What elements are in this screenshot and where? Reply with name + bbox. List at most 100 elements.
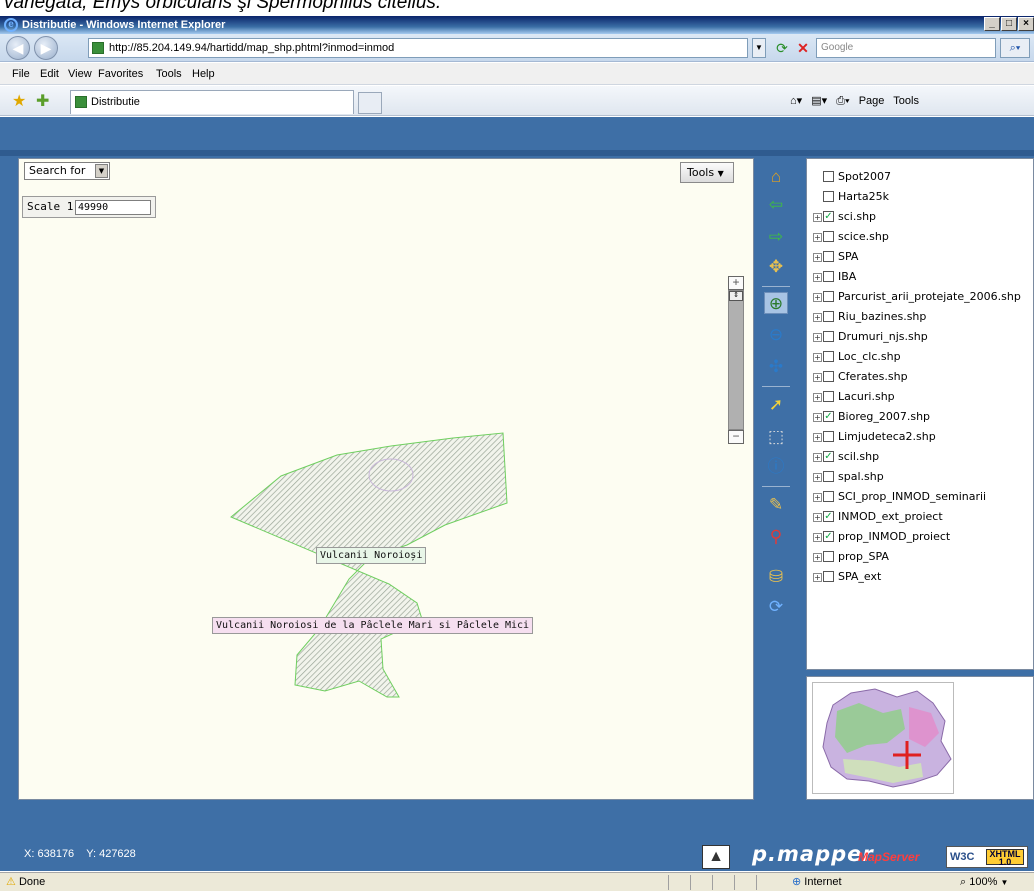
expand-icon[interactable]: + [813,233,822,242]
expand-icon[interactable]: + [813,493,822,502]
expand-icon[interactable]: + [813,533,822,542]
menu-edit[interactable]: Edit [40,63,59,85]
zoom-extent-icon[interactable]: ✥ [764,256,788,278]
expand-icon[interactable]: + [813,313,822,322]
add-favorites-icon[interactable]: ✚ [36,91,49,111]
expand-icon[interactable]: + [813,253,822,262]
menu-file[interactable]: File [12,63,30,85]
expand-icon[interactable]: + [813,573,822,582]
identify-pointer-icon[interactable]: ➚ [764,394,788,416]
layer-checkbox[interactable] [823,351,834,362]
expand-icon[interactable]: + [813,413,822,422]
layer-item[interactable]: + SCI_prop_INMOD_seminarii [807,487,1034,507]
layer-checkbox[interactable]: ✓ [823,211,834,222]
mapserver-badge[interactable]: MapServer [858,846,944,868]
pan-icon[interactable]: ✣ [764,356,788,378]
new-tab-button[interactable] [358,92,382,114]
layer-checkbox[interactable] [823,391,834,402]
reference-map[interactable] [812,682,954,794]
layer-checkbox[interactable]: ✓ [823,531,834,542]
layer-checkbox[interactable] [823,491,834,502]
expand-icon[interactable]: + [813,393,822,402]
home-icon[interactable]: ⌂ [764,166,788,188]
menu-help[interactable]: Help [192,63,215,85]
layer-item[interactable]: + ✓ INMOD_ext_proiect [807,507,1034,527]
measure-icon[interactable]: ✎ [764,494,788,516]
address-bar[interactable]: http://85.204.149.94/hartidd/map_shp.pht… [88,38,748,58]
layer-checkbox[interactable] [823,171,834,182]
scale-input[interactable]: 49990 [75,200,151,215]
layer-item[interactable]: Spot2007 [807,167,1034,187]
zoom-level[interactable]: ⌕ 100% ▼ [960,873,1008,891]
layer-checkbox[interactable] [823,431,834,442]
layer-item[interactable]: + Loc_clc.shp [807,347,1034,367]
map-tools-button[interactable]: Tools ▼ [680,162,734,183]
layer-checkbox[interactable]: ✓ [823,511,834,522]
point-pin-icon[interactable]: ⚲ [764,526,788,548]
home-icon[interactable]: ⌂▾ [790,95,802,107]
expand-icon[interactable]: + [813,273,822,282]
close-button[interactable]: × [1018,17,1034,31]
layer-item[interactable]: + ✓ Bioreg_2007.shp [807,407,1034,427]
menu-favorites[interactable]: Favorites [98,63,143,85]
layer-item[interactable]: + Limjudeteca2.shp [807,427,1034,447]
forward-button[interactable]: ▶ [34,36,58,60]
layer-checkbox[interactable] [823,371,834,382]
layer-checkbox[interactable] [823,271,834,282]
layer-item[interactable]: + Lacuri.shp [807,387,1034,407]
print-icon[interactable]: ⎙▾ [836,95,849,107]
expand-icon[interactable]: + [813,333,822,342]
expand-icon[interactable]: + [813,553,822,562]
layer-item[interactable]: + ✓ prop_INMOD_proiect [807,527,1034,547]
layer-checkbox[interactable] [823,471,834,482]
w3c-badge[interactable]: W3C XHTML 1.0 [946,846,1028,868]
info-icon[interactable]: ⓘ [764,456,788,478]
search-icon[interactable]: ⌕▾ [1000,38,1030,58]
minimize-button[interactable]: _ [984,17,1000,31]
forward-arrow-icon[interactable]: ⇨ [764,226,788,248]
expand-icon[interactable]: + [813,513,822,522]
layer-checkbox[interactable] [823,331,834,342]
paint-bucket-icon[interactable]: ⛁ [764,566,788,588]
expand-icon[interactable]: + [813,213,822,222]
layer-item[interactable]: + prop_SPA [807,547,1034,567]
zoom-slider-thumb[interactable]: ⇕ [729,291,743,301]
zoom-out-icon[interactable]: ⊖ [764,324,788,346]
layer-item[interactable]: + Riu_bazines.shp [807,307,1034,327]
layer-item[interactable]: + IBA [807,267,1034,287]
layer-checkbox[interactable] [823,291,834,302]
address-dropdown-button[interactable]: ▼ [752,38,766,58]
search-input[interactable]: Google [816,38,996,58]
page-menu[interactable]: Page [859,95,885,107]
expand-icon[interactable]: + [813,293,822,302]
zoom-out-slider-button[interactable]: − [728,430,744,444]
tab-distributie[interactable]: Distributie [70,90,354,114]
zoom-in-icon[interactable]: ⊕ [764,292,788,314]
layer-item[interactable]: Harta25k [807,187,1034,207]
layer-item[interactable]: + Drumuri_njs.shp [807,327,1034,347]
layer-checkbox[interactable] [823,191,834,202]
layer-item[interactable]: + SPA [807,247,1034,267]
map-canvas[interactable] [18,158,754,800]
refresh-icon[interactable]: ⟳ [772,39,792,57]
menu-tools[interactable]: Tools [156,63,182,85]
feeds-icon[interactable]: ▤▾ [811,95,827,107]
layer-checkbox[interactable] [823,551,834,562]
layer-item[interactable]: + Cferates.shp [807,367,1034,387]
layer-item[interactable]: + spal.shp [807,467,1034,487]
layer-checkbox[interactable] [823,231,834,242]
back-arrow-icon[interactable]: ⇦ [764,194,788,216]
expand-icon[interactable]: + [813,353,822,362]
layer-checkbox[interactable]: ✓ [823,411,834,422]
security-zone[interactable]: ⊕ Internet [792,873,842,891]
menu-view[interactable]: View [68,63,92,85]
layer-item[interactable]: + ✓ sci.shp [807,207,1034,227]
expand-icon[interactable]: + [813,433,822,442]
expand-icon[interactable]: + [813,373,822,382]
layer-item[interactable]: + SPA_ext [807,567,1034,587]
search-for-select[interactable]: Search for ▼ [24,162,110,180]
zoom-slider[interactable]: + ⇕ − [728,276,744,444]
layer-checkbox[interactable] [823,571,834,582]
layer-item[interactable]: + Parcurist_arii_protejate_2006.shp [807,287,1034,307]
layer-checkbox[interactable]: ✓ [823,451,834,462]
